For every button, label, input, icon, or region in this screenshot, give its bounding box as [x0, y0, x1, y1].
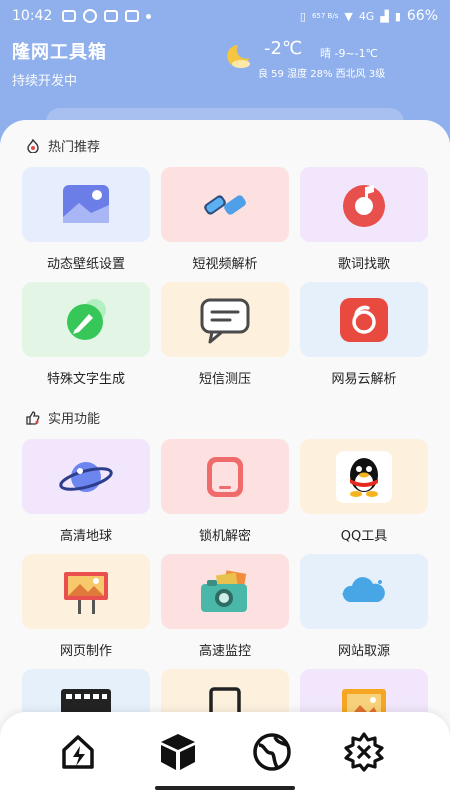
qq-penguin-icon	[336, 450, 392, 503]
signal-icon: ▟	[380, 9, 389, 23]
tile-web-make[interactable]	[22, 554, 150, 629]
label-monitor: 高速监控	[198, 644, 251, 659]
fire-icon	[27, 138, 39, 153]
label-video-parse: 短视频解析	[192, 257, 258, 272]
app-header: 隆网工具箱 持续开发中	[12, 38, 107, 89]
tile-monitor[interactable]	[161, 554, 289, 629]
tile-qq-tools[interactable]	[300, 439, 428, 514]
label-lyrics: 歌词找歌	[337, 257, 390, 272]
tile-video-parse[interactable]	[161, 167, 289, 242]
netease-icon	[340, 297, 388, 342]
message-notification-icon	[62, 10, 77, 22]
wechat-notification-icon-2	[125, 10, 140, 22]
pen-icon	[67, 298, 106, 340]
tile-wallpaper[interactable]	[22, 167, 150, 242]
qq-notification-icon	[83, 9, 98, 23]
wechat-notification-icon	[104, 10, 119, 22]
home-indicator[interactable]	[155, 786, 295, 790]
wallpaper-icon	[63, 184, 109, 223]
nav-settings[interactable]	[342, 730, 386, 774]
thumbs-up-icon	[26, 410, 40, 425]
vibrate-icon: ▯	[299, 9, 306, 23]
label-netease: 网易云解析	[331, 372, 397, 387]
music-icon	[343, 184, 385, 227]
weather-temperature: -2℃	[264, 38, 303, 59]
label-site-source: 网站取源	[337, 644, 390, 659]
status-bar: 10:42 ▯ 657 B/s ▼ 4G ▟ ▮ 66%	[0, 0, 450, 32]
weather-condition: 晴 -9~-1℃	[320, 47, 379, 60]
tile-netease[interactable]	[300, 282, 428, 357]
nav-globe[interactable]	[250, 730, 294, 774]
label-qq-tools: QQ工具	[340, 529, 388, 544]
wifi-icon: ▼	[344, 9, 353, 23]
settings-icon	[344, 732, 384, 772]
section-useful-label: 实用功能	[48, 412, 101, 427]
tile-sms-test[interactable]	[161, 282, 289, 357]
section-useful-title: 实用功能	[26, 408, 100, 427]
label-wallpaper: 动态壁纸设置	[46, 257, 125, 272]
label-special-text: 特殊文字生成	[46, 372, 125, 387]
section-hot-label: 热门推荐	[48, 140, 101, 155]
camera-icon	[201, 569, 247, 612]
network-speed: 657 B/s	[311, 12, 339, 20]
link-icon	[204, 194, 246, 215]
battery-icon: ▮	[394, 9, 401, 23]
globe-icon	[253, 733, 291, 771]
label-earth: 高清地球	[59, 529, 112, 544]
cloud-icon	[342, 576, 385, 602]
more-notifications-icon	[146, 13, 152, 19]
cube-icon	[161, 734, 195, 770]
label-web-make: 网页制作	[59, 644, 112, 659]
home-bolt-icon	[62, 735, 94, 769]
planet-icon	[59, 461, 113, 492]
nav-cube[interactable]	[156, 730, 200, 774]
notification-icons	[62, 9, 152, 23]
nav-home[interactable]	[56, 730, 100, 774]
phone-lock-icon	[207, 456, 243, 497]
billboard-icon	[64, 571, 108, 614]
tile-unlock[interactable]	[161, 439, 289, 514]
tile-site-source[interactable]	[300, 554, 428, 629]
label-unlock: 锁机解密	[198, 529, 251, 544]
app-subtitle: 持续开发中	[12, 74, 78, 89]
app-title: 隆网工具箱	[12, 42, 107, 63]
network-type: 4G	[358, 9, 375, 23]
weather-details: 良 59 湿度 28% 西北风 3级	[258, 69, 386, 80]
main-content: 热门推荐 动态壁纸设置 短视频解析 歌词找歌 特殊文字生成 短信测压 网易云解析…	[0, 120, 450, 800]
label-sms-test: 短信测压	[198, 372, 251, 387]
moon-cloud-icon	[227, 45, 250, 68]
battery-level: 66%	[406, 8, 438, 24]
section-hot-title: 热门推荐	[26, 136, 100, 155]
tile-special-text[interactable]	[22, 282, 150, 357]
status-time: 10:42	[12, 8, 53, 24]
tile-earth[interactable]	[22, 439, 150, 514]
message-icon	[200, 298, 250, 343]
tile-lyrics[interactable]	[300, 167, 428, 242]
